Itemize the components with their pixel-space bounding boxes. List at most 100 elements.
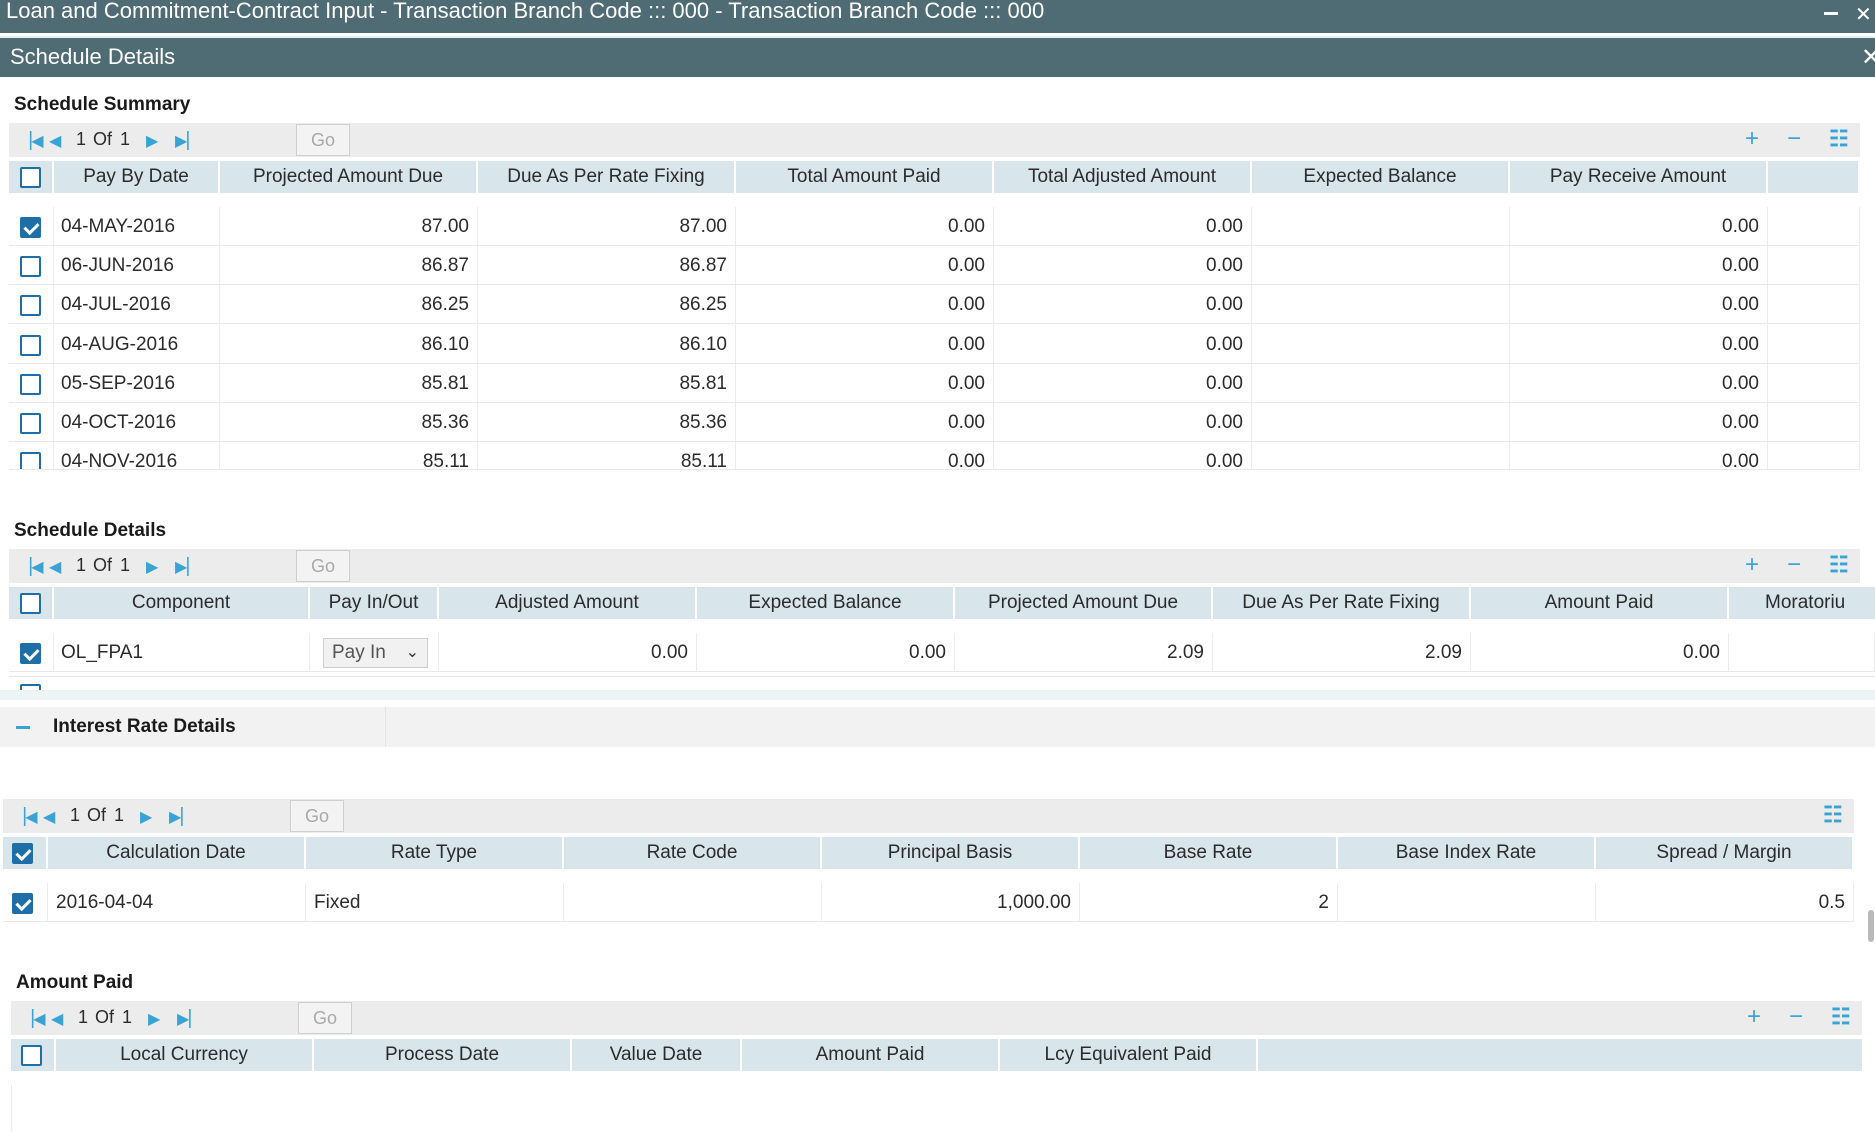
col-lcy-equivalent-paid[interactable]: Lcy Equivalent Paid: [1000, 1039, 1258, 1071]
page-input[interactable]: [223, 552, 291, 580]
col-due-rate-fixing[interactable]: Due As Per Rate Fixing: [478, 161, 736, 193]
col-principal-basis[interactable]: Principal Basis: [822, 837, 1080, 869]
prev-page-icon[interactable]: ◀: [51, 1009, 63, 1029]
col-calculation-date[interactable]: Calculation Date: [48, 837, 306, 869]
row-checkbox[interactable]: [20, 295, 41, 316]
first-page-icon[interactable]: ▕◀: [19, 557, 44, 577]
remove-row-icon[interactable]: −: [1787, 127, 1801, 151]
remove-row-icon[interactable]: −: [1789, 1005, 1803, 1029]
col-expected-balance[interactable]: Expected Balance: [697, 587, 955, 619]
last-page-icon[interactable]: ▶▏: [169, 807, 194, 827]
select-all-checkbox[interactable]: [12, 843, 33, 864]
window-close-icon[interactable]: ✕: [1855, 2, 1872, 27]
table-row[interactable]: 04-OCT-2016 85.36 85.36 0.00 0.00 0.00: [9, 403, 1860, 442]
row-checkbox[interactable]: [20, 374, 41, 395]
table-row[interactable]: 04-NOV-2016 85.11 85.11 0.00 0.00 0.00: [9, 442, 1860, 470]
prev-page-icon[interactable]: ◀: [43, 807, 55, 827]
col-pay-by-date[interactable]: Pay By Date: [54, 161, 220, 193]
add-row-icon[interactable]: +: [1745, 127, 1759, 151]
remove-row-icon[interactable]: −: [1787, 553, 1801, 577]
last-page-icon[interactable]: ▶▏: [177, 1009, 202, 1029]
row-checkbox[interactable]: [20, 643, 41, 664]
col-base-index-rate[interactable]: Base Index Rate: [1338, 837, 1596, 869]
cell-calculation-date: 2016-04-04: [48, 883, 306, 922]
page-input[interactable]: [225, 1004, 293, 1032]
list-view-icon[interactable]: ☷: [1829, 127, 1849, 151]
collapse-icon[interactable]: [16, 726, 30, 729]
first-page-icon[interactable]: ▕◀: [13, 807, 38, 827]
col-base-rate[interactable]: Base Rate: [1080, 837, 1338, 869]
next-page-icon[interactable]: ▶: [140, 807, 152, 827]
col-moratorium[interactable]: Moratoriu: [1729, 587, 1875, 619]
dialog-close-icon[interactable]: ✕: [1861, 43, 1875, 72]
prev-page-icon[interactable]: ◀: [49, 131, 61, 151]
list-view-icon[interactable]: ☷: [1831, 1005, 1851, 1029]
add-row-icon[interactable]: +: [1745, 553, 1759, 577]
col-expected-balance[interactable]: Expected Balance: [1252, 161, 1510, 193]
next-page-icon[interactable]: ▶: [148, 1009, 160, 1029]
interest-rate-details-section-header[interactable]: Interest Rate Details: [0, 707, 1875, 747]
col-due-rate-fixing[interactable]: Due As Per Rate Fixing: [1213, 587, 1471, 619]
row-checkbox[interactable]: [12, 893, 33, 914]
col-projected-amount-due[interactable]: Projected Amount Due: [220, 161, 478, 193]
cell-pay-by-date: 04-JUL-2016: [54, 285, 220, 323]
row-checkbox[interactable]: [20, 413, 41, 434]
row-checkbox[interactable]: [20, 256, 41, 277]
table-row[interactable]: 04-MAY-2016 87.00 87.00 0.00 0.00 0.00: [9, 207, 1860, 246]
minimize-icon[interactable]: [1824, 12, 1838, 15]
page-total: 1: [120, 129, 131, 149]
scrollbar-thumb[interactable]: [1868, 910, 1874, 942]
col-pay-in-out[interactable]: Pay In/Out: [310, 587, 439, 619]
col-pay-receive-amount[interactable]: Pay Receive Amount: [1510, 161, 1768, 193]
prev-page-icon[interactable]: ◀: [49, 557, 61, 577]
table-row[interactable]: 2016-04-04 Fixed 1,000.00 2 0.5: [3, 883, 1854, 922]
schedule-details-toolbar: ▕◀ ◀ 1 Of 1 ▶ ▶▏ Go + − ☷: [9, 549, 1860, 583]
list-view-icon[interactable]: ☷: [1829, 553, 1849, 577]
first-page-icon[interactable]: ▕◀: [19, 131, 44, 151]
col-component[interactable]: Component: [54, 587, 310, 619]
last-page-icon[interactable]: ▶▏: [175, 131, 200, 151]
col-amount-paid[interactable]: Amount Paid: [742, 1039, 1000, 1071]
last-page-icon[interactable]: ▶▏: [175, 557, 200, 577]
add-row-icon[interactable]: +: [1747, 1005, 1761, 1029]
pay-in-out-select[interactable]: Pay In ⌄: [323, 638, 428, 668]
cell-due-rate-fixing: 2.09: [1213, 633, 1471, 672]
table-row[interactable]: 05-SEP-2016 85.81 85.81 0.00 0.00 0.00: [9, 364, 1860, 403]
go-button[interactable]: Go: [296, 550, 350, 582]
col-local-currency[interactable]: Local Currency: [56, 1039, 314, 1071]
col-projected-amount-due[interactable]: Projected Amount Due: [955, 587, 1213, 619]
cell-total-amount-paid: 0.00: [736, 325, 994, 363]
col-value-date[interactable]: Value Date: [572, 1039, 742, 1071]
page-input[interactable]: [217, 802, 285, 830]
col-total-amount-paid[interactable]: Total Amount Paid: [736, 161, 994, 193]
table-row[interactable]: 04-JUL-2016 86.25 86.25 0.00 0.00 0.00: [9, 285, 1860, 324]
row-checkbox[interactable]: [20, 335, 41, 356]
cell-total-amount-paid: 0.00: [736, 403, 994, 441]
cell-due-rate-fixing: 85.36: [478, 403, 736, 441]
col-process-date[interactable]: Process Date: [314, 1039, 572, 1071]
first-page-icon[interactable]: ▕◀: [21, 1009, 46, 1029]
go-button[interactable]: Go: [290, 800, 344, 832]
go-button[interactable]: Go: [296, 124, 350, 156]
list-view-icon[interactable]: ☷: [1823, 803, 1843, 827]
page-input[interactable]: [223, 126, 291, 154]
row-checkbox[interactable]: [20, 452, 41, 469]
row-checkbox[interactable]: [20, 217, 41, 238]
select-all-checkbox[interactable]: [20, 593, 41, 614]
table-row[interactable]: 06-JUN-2016 86.87 86.87 0.00 0.00 0.00: [9, 246, 1860, 285]
col-adjusted-amount[interactable]: Adjusted Amount: [439, 587, 697, 619]
select-all-checkbox[interactable]: [20, 167, 41, 188]
select-all-checkbox[interactable]: [21, 1045, 42, 1066]
col-amount-paid[interactable]: Amount Paid: [1471, 587, 1729, 619]
col-rate-type[interactable]: Rate Type: [306, 837, 564, 869]
table-row[interactable]: OL_FPA1 Pay In ⌄ 0.00 0.00 2.09 2.09 0.00: [9, 633, 1875, 672]
col-total-adjusted-amount[interactable]: Total Adjusted Amount: [994, 161, 1252, 193]
table-row-partial: [9, 676, 1875, 690]
next-page-icon[interactable]: ▶: [146, 131, 158, 151]
col-spread-margin[interactable]: Spread / Margin: [1596, 837, 1854, 869]
table-row[interactable]: 04-AUG-2016 86.10 86.10 0.00 0.00 0.00: [9, 325, 1860, 364]
next-page-icon[interactable]: ▶: [146, 557, 158, 577]
schedule-summary-toolbar: ▕◀ ◀ 1 Of 1 ▶ ▶▏ Go + − ☷: [9, 123, 1860, 157]
go-button[interactable]: Go: [298, 1002, 352, 1034]
col-rate-code[interactable]: Rate Code: [564, 837, 822, 869]
